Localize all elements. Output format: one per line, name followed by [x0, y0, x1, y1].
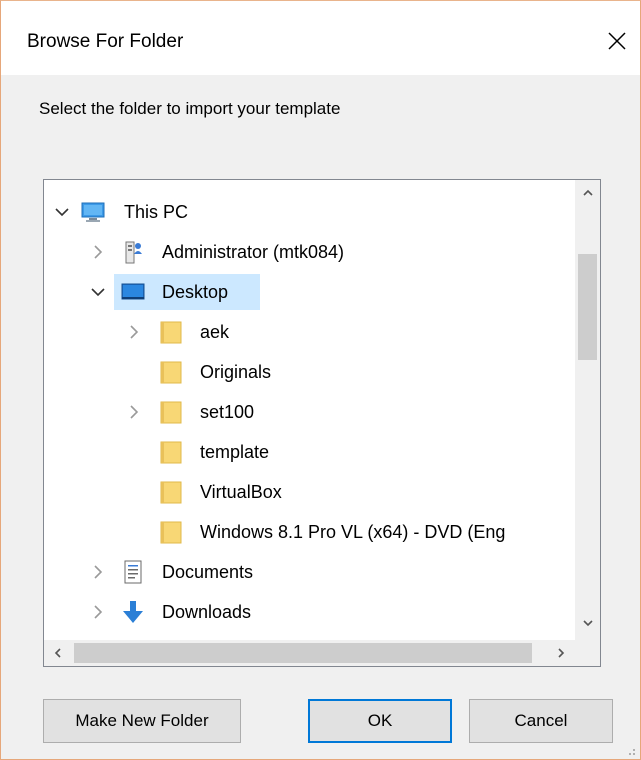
chevron-down-icon[interactable] — [52, 202, 72, 222]
scrollbar-corner — [575, 640, 600, 666]
desktop-icon — [121, 283, 145, 300]
tree-item-label: set100 — [200, 402, 255, 422]
tree-item-administrator[interactable]: Administrator (mtk084) — [44, 232, 575, 272]
close-icon — [608, 32, 626, 50]
chevron-up-icon — [582, 189, 593, 196]
chevron-down-icon — [582, 620, 593, 627]
chevron-right-icon[interactable] — [88, 242, 108, 262]
tree-item-label: Documents — [162, 562, 254, 582]
scroll-down-button[interactable] — [575, 608, 600, 638]
make-new-folder-button[interactable]: Make New Folder — [43, 699, 241, 743]
tree-item-template[interactable]: template — [44, 432, 575, 472]
folder-icon — [160, 321, 182, 344]
tree-item-label: aek — [200, 322, 230, 342]
folder-icon — [160, 481, 182, 504]
folder-icon — [160, 521, 182, 544]
folder-tree-viewport: This PC Administrator (mtk084) Desktop a… — [44, 180, 575, 640]
chevron-right-icon[interactable] — [88, 562, 108, 582]
window-title: Browse For Folder — [27, 31, 184, 52]
close-button[interactable] — [597, 21, 637, 61]
downloads-icon — [123, 601, 143, 623]
tree-item-label: Windows 8.1 Pro VL (x64) - DVD (Eng — [200, 522, 506, 542]
scroll-left-button[interactable] — [44, 640, 72, 666]
instruction-text: Select the folder to import your templat… — [39, 99, 341, 118]
ok-button[interactable]: OK — [308, 699, 452, 743]
folder-tree[interactable]: This PC Administrator (mtk084) Desktop a… — [43, 179, 601, 667]
chevron-left-icon — [54, 648, 61, 658]
tree-item-label: Downloads — [162, 602, 252, 622]
user-folder-icon — [125, 241, 142, 264]
tree-item-this-pc[interactable]: This PC — [44, 192, 575, 232]
tree-item-label: template — [200, 442, 270, 462]
chevron-right-icon[interactable] — [124, 402, 144, 422]
tree-item-set100[interactable]: set100 — [44, 392, 575, 432]
folder-icon — [160, 441, 182, 464]
vertical-scroll-thumb[interactable] — [578, 254, 597, 360]
tree-item-desktop[interactable]: Desktop — [44, 272, 575, 312]
tree-item-originals[interactable]: Originals — [44, 352, 575, 392]
horizontal-scroll-thumb[interactable] — [74, 643, 532, 663]
tree-item-aek[interactable]: aek — [44, 312, 575, 352]
folder-icon — [160, 361, 182, 384]
scroll-right-button[interactable] — [547, 640, 575, 666]
vertical-scrollbar[interactable] — [575, 180, 600, 640]
chevron-right-icon[interactable] — [88, 602, 108, 622]
resize-grip-icon[interactable] — [621, 741, 637, 757]
tree-item-label: This PC — [124, 202, 189, 222]
cancel-button[interactable]: Cancel — [469, 699, 613, 743]
tree-item-virtualbox[interactable]: VirtualBox — [44, 472, 575, 512]
tree-item-label: Desktop — [162, 282, 229, 302]
horizontal-scrollbar[interactable] — [44, 640, 575, 666]
folder-icon — [160, 401, 182, 424]
chevron-down-icon[interactable] — [88, 282, 108, 302]
tree-item-downloads[interactable]: Downloads — [44, 592, 575, 632]
chevron-right-icon — [558, 648, 565, 658]
scroll-up-button[interactable] — [575, 180, 600, 206]
documents-icon — [124, 560, 142, 584]
tree-item-label: VirtualBox — [200, 482, 282, 502]
tree-item-windows-dvd[interactable]: Windows 8.1 Pro VL (x64) - DVD (Eng — [44, 512, 575, 552]
browse-for-folder-dialog: Browse For Folder Select the folder to i… — [0, 0, 641, 760]
chevron-right-icon[interactable] — [124, 322, 144, 342]
computer-icon — [81, 202, 105, 222]
title-bar[interactable]: Browse For Folder — [1, 1, 640, 75]
tree-item-label: Originals — [200, 362, 272, 382]
tree-item-label: Administrator (mtk084) — [162, 242, 345, 262]
tree-item-documents[interactable]: Documents — [44, 552, 575, 592]
